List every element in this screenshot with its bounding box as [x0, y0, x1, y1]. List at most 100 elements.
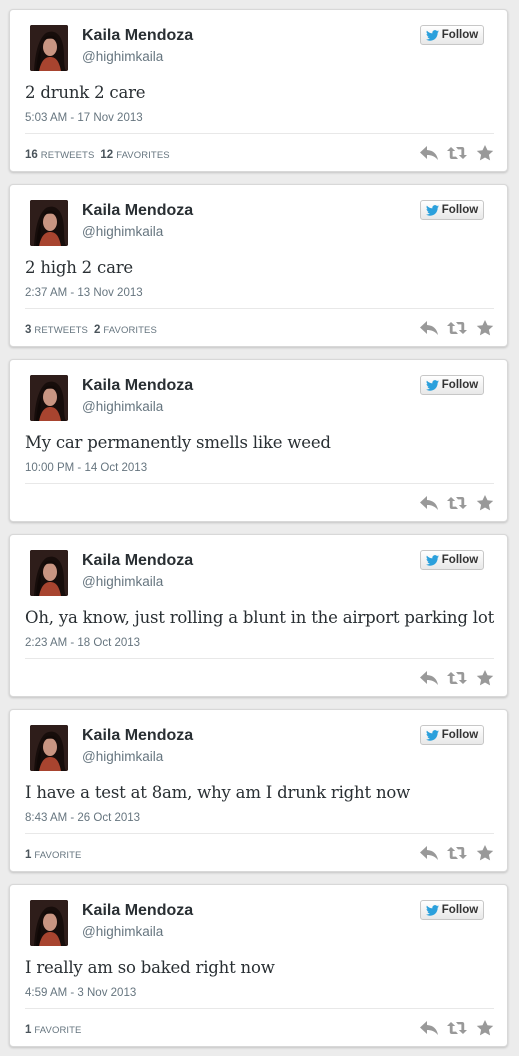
divider [25, 483, 494, 484]
stat-favorite[interactable]: 1 FAVORITE [25, 849, 81, 861]
stat-label: FAVORITES [116, 150, 170, 161]
tweet-stats: 1 FAVORITE [25, 849, 87, 861]
tweet-text: 2 drunk 2 care [25, 83, 146, 102]
reply-icon[interactable] [419, 319, 439, 337]
tweet-actions [419, 1019, 499, 1037]
tweet-card: Kaila Mendoza @highimkaila Follow I have… [9, 709, 508, 872]
avatar[interactable] [30, 375, 68, 421]
reply-icon[interactable] [419, 1019, 439, 1037]
follow-button[interactable]: Follow [420, 200, 484, 220]
stat-favorites[interactable]: 2 FAVORITES [94, 324, 157, 336]
user-handle[interactable]: @highimkaila [82, 49, 163, 64]
stat-label: RETWEETS [34, 325, 88, 336]
retweet-icon[interactable] [447, 144, 467, 162]
tweet-text: 2 high 2 care [25, 258, 133, 277]
follow-label: Follow [441, 554, 479, 566]
tweet-card: Kaila Mendoza @highimkaila Follow My car… [9, 359, 508, 522]
tweet-text: Oh, ya know, just rolling a blunt in the… [25, 608, 494, 627]
tweet-actions [419, 844, 499, 862]
tweet-feed: Kaila Mendoza @highimkaila Follow 2 drun… [0, 0, 519, 1056]
tweet-timestamp[interactable]: 8:43 AM - 26 Oct 2013 [25, 812, 140, 824]
stat-label: RETWEETS [40, 150, 95, 161]
follow-label: Follow [441, 904, 479, 916]
avatar[interactable] [30, 200, 68, 246]
star-icon[interactable] [475, 844, 495, 862]
star-icon[interactable] [475, 144, 495, 162]
tweet-actions [419, 494, 499, 512]
twitter-bird-icon [425, 204, 439, 216]
follow-button[interactable]: Follow [420, 725, 484, 745]
reply-icon[interactable] [419, 669, 439, 687]
retweet-icon[interactable] [447, 844, 467, 862]
retweet-icon[interactable] [447, 319, 467, 337]
tweet-card: Kaila Mendoza @highimkaila Follow 2 drun… [9, 9, 508, 172]
star-icon[interactable] [475, 1019, 495, 1037]
avatar[interactable] [30, 900, 68, 946]
follow-button[interactable]: Follow [420, 25, 484, 45]
twitter-bird-icon [425, 379, 439, 391]
follow-label: Follow [441, 29, 479, 41]
stat-label: FAVORITE [34, 850, 82, 861]
reply-icon[interactable] [419, 844, 439, 862]
tweet-stats: 3 RETWEETS 2 FAVORITES [25, 324, 163, 336]
follow-button[interactable]: Follow [420, 550, 484, 570]
user-handle[interactable]: @highimkaila [82, 574, 163, 589]
user-handle[interactable]: @highimkaila [82, 224, 163, 239]
tweet-timestamp[interactable]: 2:37 AM - 13 Nov 2013 [25, 287, 143, 299]
tweet-stats: 16 RETWEETS 12 FAVORITES [25, 149, 176, 161]
display-name[interactable]: Kaila Mendoza [82, 552, 193, 570]
retweet-icon[interactable] [447, 494, 467, 512]
twitter-bird-icon [425, 29, 439, 41]
display-name[interactable]: Kaila Mendoza [82, 202, 193, 220]
stat-retweets[interactable]: 16 RETWEETS [25, 149, 94, 161]
divider [25, 658, 494, 659]
stat-favorite[interactable]: 1 FAVORITE [25, 1024, 81, 1036]
tweet-text: My car permanently smells like weed [25, 433, 331, 452]
stat-count: 1 [25, 1024, 32, 1036]
stat-label: FAVORITE [34, 1025, 82, 1036]
avatar[interactable] [30, 725, 68, 771]
user-handle[interactable]: @highimkaila [82, 749, 163, 764]
divider [25, 1008, 494, 1009]
twitter-bird-icon [425, 904, 439, 916]
tweet-actions [419, 144, 499, 162]
retweet-icon[interactable] [447, 1019, 467, 1037]
user-handle[interactable]: @highimkaila [82, 399, 163, 414]
tweet-card: Kaila Mendoza @highimkaila Follow Oh, ya… [9, 534, 508, 697]
display-name[interactable]: Kaila Mendoza [82, 377, 193, 395]
tweet-actions [419, 669, 499, 687]
follow-button[interactable]: Follow [420, 900, 484, 920]
tweet-timestamp[interactable]: 4:59 AM - 3 Nov 2013 [25, 987, 136, 999]
reply-icon[interactable] [419, 144, 439, 162]
stat-favorites[interactable]: 12 FAVORITES [100, 149, 169, 161]
stat-count: 2 [94, 324, 101, 336]
reply-icon[interactable] [419, 494, 439, 512]
follow-button[interactable]: Follow [420, 375, 484, 395]
avatar[interactable] [30, 25, 68, 71]
tweet-timestamp[interactable]: 5:03 AM - 17 Nov 2013 [25, 112, 143, 124]
display-name[interactable]: Kaila Mendoza [82, 727, 193, 745]
tweet-timestamp[interactable]: 2:23 AM - 18 Oct 2013 [25, 637, 140, 649]
stat-count: 16 [25, 149, 38, 161]
tweet-stats: 1 FAVORITE [25, 1024, 87, 1036]
user-handle[interactable]: @highimkaila [82, 924, 163, 939]
tweet-card: Kaila Mendoza @highimkaila Follow 2 high… [9, 184, 508, 347]
display-name[interactable]: Kaila Mendoza [82, 902, 193, 920]
twitter-bird-icon [425, 554, 439, 566]
tweet-timestamp[interactable]: 10:00 PM - 14 Oct 2013 [25, 462, 147, 474]
tweet-text: I have a test at 8am, why am I drunk rig… [25, 783, 411, 802]
stat-count: 12 [100, 149, 114, 161]
display-name[interactable]: Kaila Mendoza [82, 27, 193, 45]
star-icon[interactable] [475, 669, 495, 687]
star-icon[interactable] [475, 494, 495, 512]
tweet-text: I really am so baked right now [25, 958, 275, 977]
star-icon[interactable] [475, 319, 495, 337]
stat-count: 3 [25, 324, 32, 336]
stat-retweets[interactable]: 3 RETWEETS [25, 324, 88, 336]
follow-label: Follow [441, 204, 479, 216]
retweet-icon[interactable] [447, 669, 467, 687]
follow-label: Follow [441, 729, 479, 741]
twitter-bird-icon [425, 729, 439, 741]
divider [25, 833, 494, 834]
avatar[interactable] [30, 550, 68, 596]
